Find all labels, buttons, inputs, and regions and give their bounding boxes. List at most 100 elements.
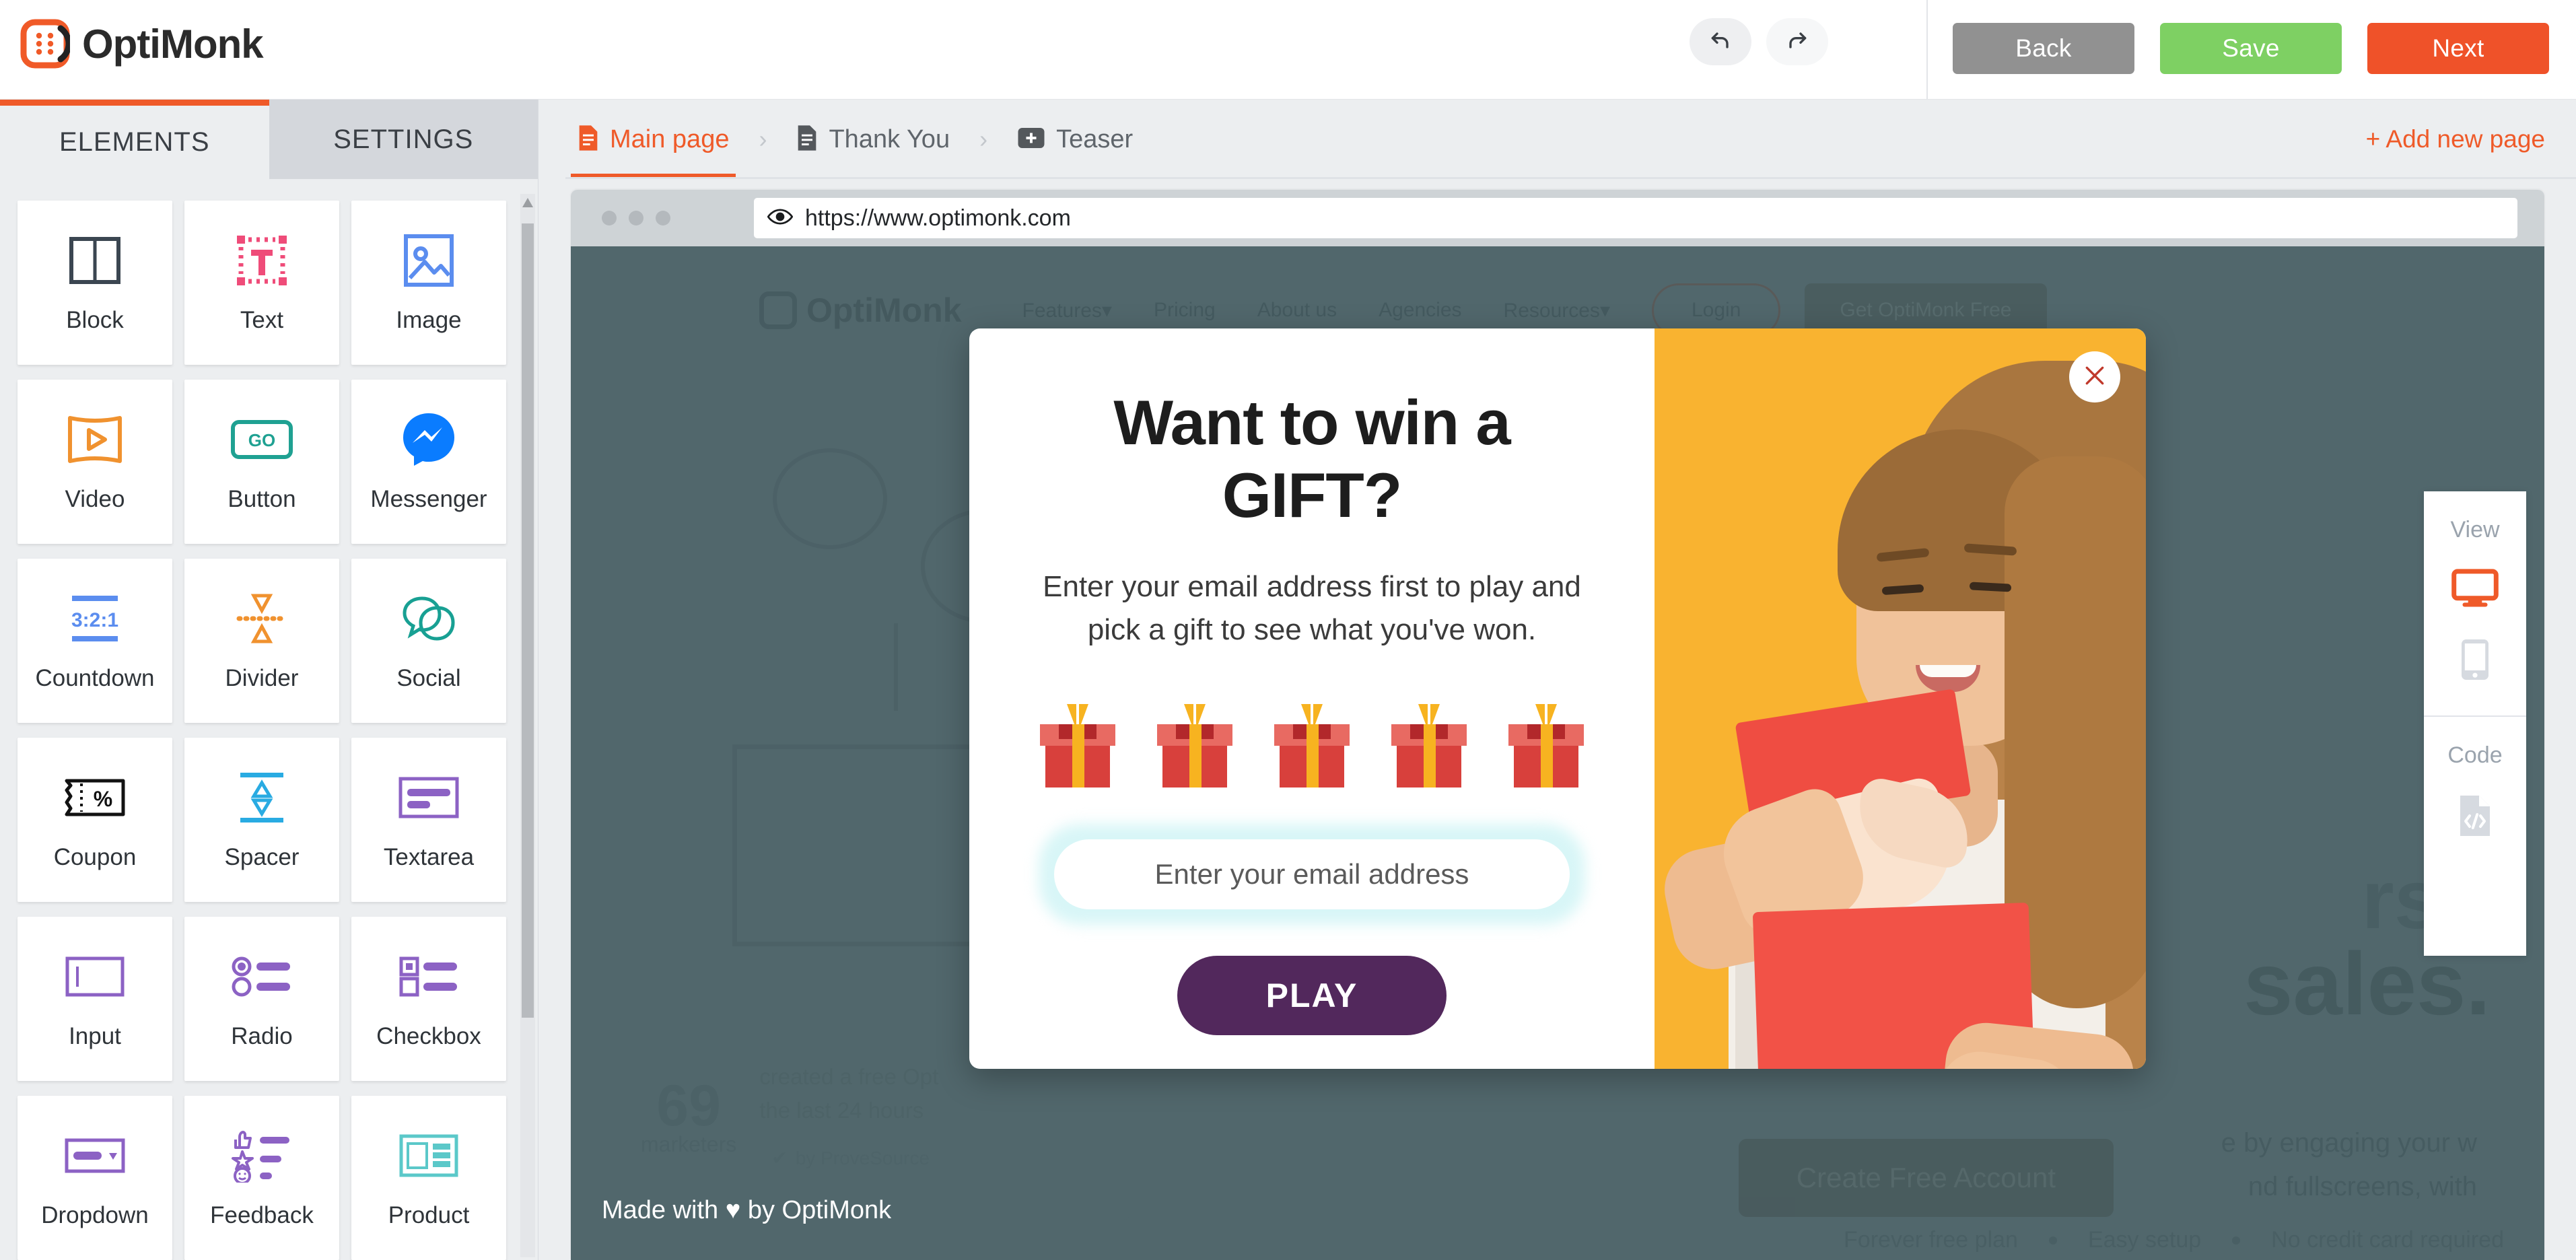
badge-easy-setup: Easy setup: [2087, 1227, 2202, 1253]
element-label: Messenger: [370, 486, 487, 512]
sidebar-scrollbar[interactable]: [520, 194, 535, 1257]
browser-chrome: https://www.optimonk.com: [571, 190, 2544, 246]
page-tab-label: Thank You: [829, 125, 950, 153]
gift-box-icon[interactable]: [1157, 703, 1232, 788]
preview-viewport: OptiMonk Features▾ Pricing About us Agen…: [571, 246, 2544, 1260]
spacer-icon: [234, 769, 290, 827]
element-tile-feedback[interactable]: Feedback: [184, 1096, 339, 1260]
history-controls: [1690, 18, 1828, 65]
page-tab-teaser[interactable]: Teaser: [1005, 100, 1145, 179]
save-button[interactable]: Save: [2160, 23, 2342, 74]
site-logo[interactable]: OptiMonk: [759, 291, 962, 330]
gift-box-icon[interactable]: [1274, 703, 1350, 788]
element-tile-product[interactable]: Product: [351, 1096, 506, 1260]
element-tile-spacer[interactable]: Spacer: [184, 738, 339, 902]
element-tile-radio[interactable]: Radio: [184, 917, 339, 1081]
redo-icon: [1784, 27, 1811, 57]
plus-square-icon: [1017, 126, 1045, 153]
gift-box-icon[interactable]: [1040, 703, 1115, 788]
scrollbar-thumb[interactable]: [522, 223, 534, 1018]
product-icon: [399, 1127, 458, 1185]
element-tile-block[interactable]: Block: [18, 201, 172, 365]
site-sub-line-2: nd fullscreens, with: [2248, 1172, 2477, 1201]
element-tile-coupon[interactable]: % Coupon: [18, 738, 172, 902]
element-label: Radio: [231, 1023, 293, 1049]
element-tile-video[interactable]: Video: [18, 380, 172, 544]
element-tile-countdown[interactable]: 3:2:1 Countdown: [18, 559, 172, 723]
undo-button[interactable]: [1690, 18, 1751, 65]
page-tab-label: Main page: [610, 125, 730, 153]
mobile-icon[interactable]: [2460, 638, 2490, 685]
close-icon: [2081, 362, 2108, 392]
badge-no-credit-card: No credit card required: [2271, 1227, 2504, 1253]
document-icon: [578, 125, 599, 155]
element-tile-messenger[interactable]: Messenger: [351, 380, 506, 544]
badge-forever-free-plan: Forever free plan: [1844, 1227, 2018, 1253]
element-tile-input[interactable]: Input: [18, 917, 172, 1081]
tab-settings[interactable]: SETTINGS: [269, 100, 538, 179]
undo-icon: [1707, 27, 1734, 57]
add-new-page-button[interactable]: + Add new page: [2366, 125, 2545, 153]
element-tile-textarea[interactable]: Textarea: [351, 738, 506, 902]
code-label: Code: [2447, 742, 2503, 768]
doodle-circle: [773, 448, 887, 549]
site-nav-about-us[interactable]: About us: [1257, 299, 1337, 322]
site-nav-resources[interactable]: Resources▾: [1504, 299, 1610, 322]
element-tile-social[interactable]: Social: [351, 559, 506, 723]
block-icon: [68, 232, 122, 289]
provesource-count: 69: [656, 1073, 721, 1138]
preview-browser-frame: https://www.optimonk.com OptiMonk Featur…: [571, 190, 2544, 1260]
site-nav-agencies[interactable]: Agencies: [1379, 299, 1461, 322]
element-tile-dropdown[interactable]: Dropdown: [18, 1096, 172, 1260]
window-dot: [602, 211, 617, 225]
element-tile-image[interactable]: Image: [351, 201, 506, 365]
optimonk-logo-icon: [759, 291, 797, 329]
page-tab-main-page[interactable]: Main page: [565, 100, 741, 179]
scroll-up-arrow-icon[interactable]: [522, 198, 533, 207]
redo-button[interactable]: [1766, 18, 1828, 65]
browser-url-bar[interactable]: https://www.optimonk.com: [754, 198, 2517, 238]
social-icon: [401, 590, 457, 648]
divider-icon: [234, 590, 290, 648]
element-label: Button: [228, 486, 296, 512]
check-circle-icon: ✔: [771, 1148, 788, 1168]
email-input[interactable]: [1056, 841, 1568, 907]
provesource-badge: ✔ by ProveSource: [759, 1139, 942, 1177]
text-icon: [235, 232, 289, 289]
toolbar-divider: [1926, 0, 1928, 100]
element-tile-button[interactable]: GO Button: [184, 380, 339, 544]
desktop-icon[interactable]: [2451, 569, 2499, 612]
element-tile-divider[interactable]: Divider: [184, 559, 339, 723]
url-text: https://www.optimonk.com: [805, 205, 1071, 231]
site-nav-pricing[interactable]: Pricing: [1154, 299, 1216, 322]
gift-box-icon[interactable]: [1508, 703, 1584, 788]
window-dot: [629, 211, 643, 225]
window-dot: [656, 211, 670, 225]
optimonk-logo-icon: [20, 19, 72, 69]
provesource-line-2: the last 24 hours: [759, 1097, 924, 1123]
badge-separator-dot: [2232, 1236, 2241, 1245]
site-create-account-button[interactable]: Create Free Account: [1738, 1139, 2114, 1217]
element-label: Divider: [225, 665, 299, 691]
app-logo[interactable]: OptiMonk: [20, 19, 264, 69]
chevron-right-icon: ›: [759, 125, 767, 153]
element-tile-text[interactable]: Text: [184, 201, 339, 365]
input-icon: [65, 948, 125, 1006]
popup-content-left: Want to win a GIFT? Enter your email add…: [969, 328, 1655, 1069]
site-nav-features[interactable]: Features▾: [1022, 299, 1112, 322]
top-bar: OptiMonk Back Save Next: [0, 0, 2576, 100]
element-label: Checkbox: [376, 1023, 481, 1049]
main-area: Main page › Thank You › Teaser + Add new…: [538, 100, 2576, 1260]
toolbar-actions: Back Save Next: [1953, 23, 2549, 74]
code-file-icon[interactable]: [2457, 794, 2493, 841]
page-tab-thank-you[interactable]: Thank You: [784, 100, 962, 179]
tab-elements[interactable]: ELEMENTS: [0, 100, 269, 179]
element-tile-checkbox[interactable]: Checkbox: [351, 917, 506, 1081]
gift-box-icon[interactable]: [1391, 703, 1467, 788]
play-button[interactable]: PLAY: [1177, 955, 1447, 1035]
back-button[interactable]: Back: [1953, 23, 2134, 74]
element-label: Coupon: [53, 844, 137, 870]
popup-close-button[interactable]: [2069, 351, 2120, 403]
video-icon: [66, 411, 124, 468]
next-button[interactable]: Next: [2367, 23, 2549, 74]
